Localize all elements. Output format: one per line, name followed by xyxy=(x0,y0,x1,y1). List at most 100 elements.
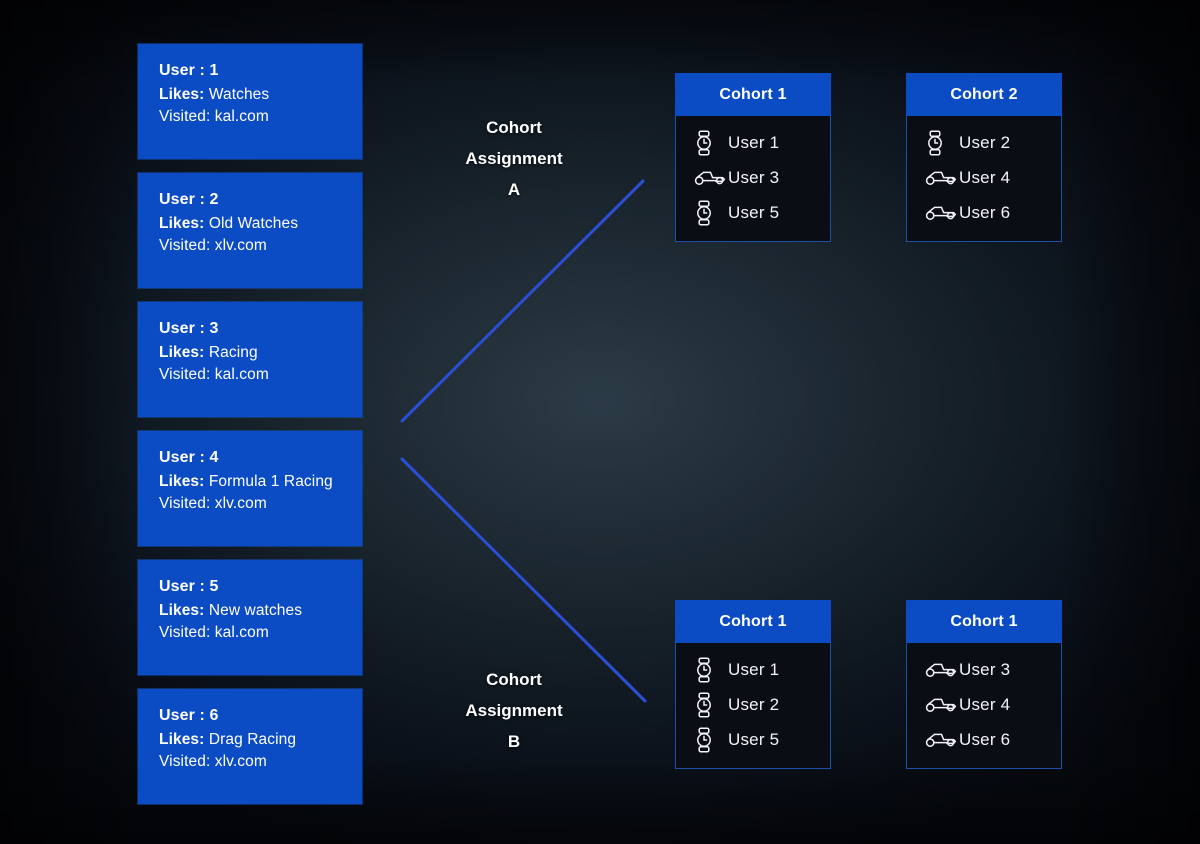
cohort-member[interactable]: User 2 xyxy=(907,125,1061,160)
user-likes-row: Likes: Old Watches xyxy=(159,213,362,236)
likes-label: Likes: xyxy=(159,472,205,490)
user-card[interactable]: User : 2 Likes: Old Watches Visited: xlv… xyxy=(138,173,362,288)
user-card[interactable]: User : 5 Likes: New watches Visited: kal… xyxy=(138,560,362,675)
user-title: User : 6 xyxy=(159,707,219,724)
cohort-member-label: User 2 xyxy=(728,694,780,714)
race-car-icon xyxy=(925,696,959,714)
watch-icon xyxy=(694,199,728,226)
user-likes-row: Likes: Racing xyxy=(159,342,362,365)
connector-line-a xyxy=(400,179,645,423)
cohort-member[interactable]: User 6 xyxy=(907,195,1061,230)
user-title: User : 2 xyxy=(159,191,219,208)
likes-label: Likes: xyxy=(159,730,205,748)
cohort-member-label: User 5 xyxy=(728,729,780,749)
race-car-icon xyxy=(925,204,959,222)
assignment-a-line3: A xyxy=(507,180,521,199)
race-car-icon xyxy=(925,731,959,749)
visited-label: Visited: xyxy=(159,753,211,770)
cohort-member-label: User 3 xyxy=(728,167,780,187)
cohort-member-list: User 2 User 4 User 6 xyxy=(906,116,1062,242)
user-visited-row: Visited: kal.com xyxy=(159,622,362,645)
cohort-member[interactable]: User 1 xyxy=(676,652,830,687)
cohort-assignment-a-label: Cohort Assignment A xyxy=(424,112,604,205)
user-title: User : 5 xyxy=(159,578,219,595)
user-likes-row: Likes: New watches xyxy=(159,600,362,623)
race-car-icon xyxy=(925,661,959,679)
cohort-member[interactable]: User 2 xyxy=(676,687,830,722)
watch-icon xyxy=(694,129,728,156)
cohort-member-label: User 1 xyxy=(728,659,780,679)
user-card[interactable]: User : 4 Likes: Formula 1 Racing Visited… xyxy=(138,431,362,546)
likes-label: Likes: xyxy=(159,343,205,361)
likes-value: Drag Racing xyxy=(208,730,297,748)
user-likes-row: Likes: Formula 1 Racing xyxy=(159,471,362,494)
watch-icon xyxy=(694,656,728,683)
visited-value: kal.com xyxy=(214,624,269,641)
cohort-title: Cohort 2 xyxy=(906,73,1062,116)
cohort-box[interactable]: Cohort 1 User 3 User 4 User 6 xyxy=(906,600,1062,769)
user-title: User : 1 xyxy=(159,62,219,79)
likes-value: New watches xyxy=(208,601,303,619)
visited-label: Visited: xyxy=(159,237,211,254)
visited-value: xlv.com xyxy=(214,753,267,770)
visited-value: xlv.com xyxy=(214,237,267,254)
user-visited-row: Visited: kal.com xyxy=(159,106,362,129)
user-title: User : 4 xyxy=(159,449,219,466)
likes-value: Racing xyxy=(208,343,258,361)
cohort-member-list: User 1 User 2 User 5 xyxy=(675,643,831,769)
visited-label: Visited: xyxy=(159,108,211,125)
cohort-title: Cohort 1 xyxy=(675,73,831,116)
cohort-member-list: User 3 User 4 User 6 xyxy=(906,643,1062,769)
cohort-assignment-b-label: Cohort Assignment B xyxy=(424,664,604,757)
cohort-member[interactable]: User 4 xyxy=(907,687,1061,722)
user-visited-row: Visited: xlv.com xyxy=(159,493,362,516)
cohort-member-label: User 3 xyxy=(959,659,1011,679)
visited-label: Visited: xyxy=(159,495,211,512)
user-visited-row: Visited: xlv.com xyxy=(159,751,362,774)
cohort-member-label: User 1 xyxy=(728,132,780,152)
cohort-member[interactable]: User 3 xyxy=(676,160,830,195)
likes-value: Formula 1 Racing xyxy=(208,472,333,490)
assignment-b-line3: B xyxy=(507,732,521,751)
race-car-icon xyxy=(694,169,728,187)
watch-icon xyxy=(925,129,959,156)
cohort-member[interactable]: User 5 xyxy=(676,195,830,230)
cohort-member-label: User 6 xyxy=(959,729,1011,749)
user-card[interactable]: User : 3 Likes: Racing Visited: kal.com xyxy=(138,302,362,417)
likes-value: Watches xyxy=(208,85,270,103)
likes-label: Likes: xyxy=(159,214,205,232)
user-card[interactable]: User : 6 Likes: Drag Racing Visited: xlv… xyxy=(138,689,362,804)
assignment-b-line1: Cohort xyxy=(486,670,542,689)
cohort-box[interactable]: Cohort 1 User 1 xyxy=(675,73,831,242)
cohort-member-label: User 4 xyxy=(959,694,1011,714)
cohort-member-label: User 5 xyxy=(728,202,780,222)
user-visited-row: Visited: kal.com xyxy=(159,364,362,387)
assignment-a-line2: Assignment xyxy=(465,149,563,168)
cohort-title: Cohort 1 xyxy=(906,600,1062,643)
cohort-member[interactable]: User 6 xyxy=(907,722,1061,757)
likes-value: Old Watches xyxy=(208,214,299,232)
visited-label: Visited: xyxy=(159,366,211,383)
watch-icon xyxy=(694,691,728,718)
race-car-icon xyxy=(925,169,959,187)
cohort-member[interactable]: User 4 xyxy=(907,160,1061,195)
cohort-box[interactable]: Cohort 2 User 2 User 4 User 6 xyxy=(906,73,1062,242)
cohort-member-list: User 1 User 3 User 5 xyxy=(675,116,831,242)
cohort-member[interactable]: User 1 xyxy=(676,125,830,160)
assignment-a-line1: Cohort xyxy=(486,118,542,137)
cohort-member[interactable]: User 3 xyxy=(907,652,1061,687)
visited-label: Visited: xyxy=(159,624,211,641)
likes-label: Likes: xyxy=(159,601,205,619)
visited-value: kal.com xyxy=(214,366,269,383)
cohort-member-label: User 2 xyxy=(959,132,1011,152)
visited-value: kal.com xyxy=(214,108,269,125)
cohort-title: Cohort 1 xyxy=(675,600,831,643)
visited-value: xlv.com xyxy=(214,495,267,512)
user-card[interactable]: User : 1 Likes: Watches Visited: kal.com xyxy=(138,44,362,159)
cohort-box[interactable]: Cohort 1 User 1 xyxy=(675,600,831,769)
user-visited-row: Visited: xlv.com xyxy=(159,235,362,258)
user-likes-row: Likes: Drag Racing xyxy=(159,729,362,752)
cohort-member[interactable]: User 5 xyxy=(676,722,830,757)
user-likes-row: Likes: Watches xyxy=(159,84,362,107)
watch-icon xyxy=(694,726,728,753)
